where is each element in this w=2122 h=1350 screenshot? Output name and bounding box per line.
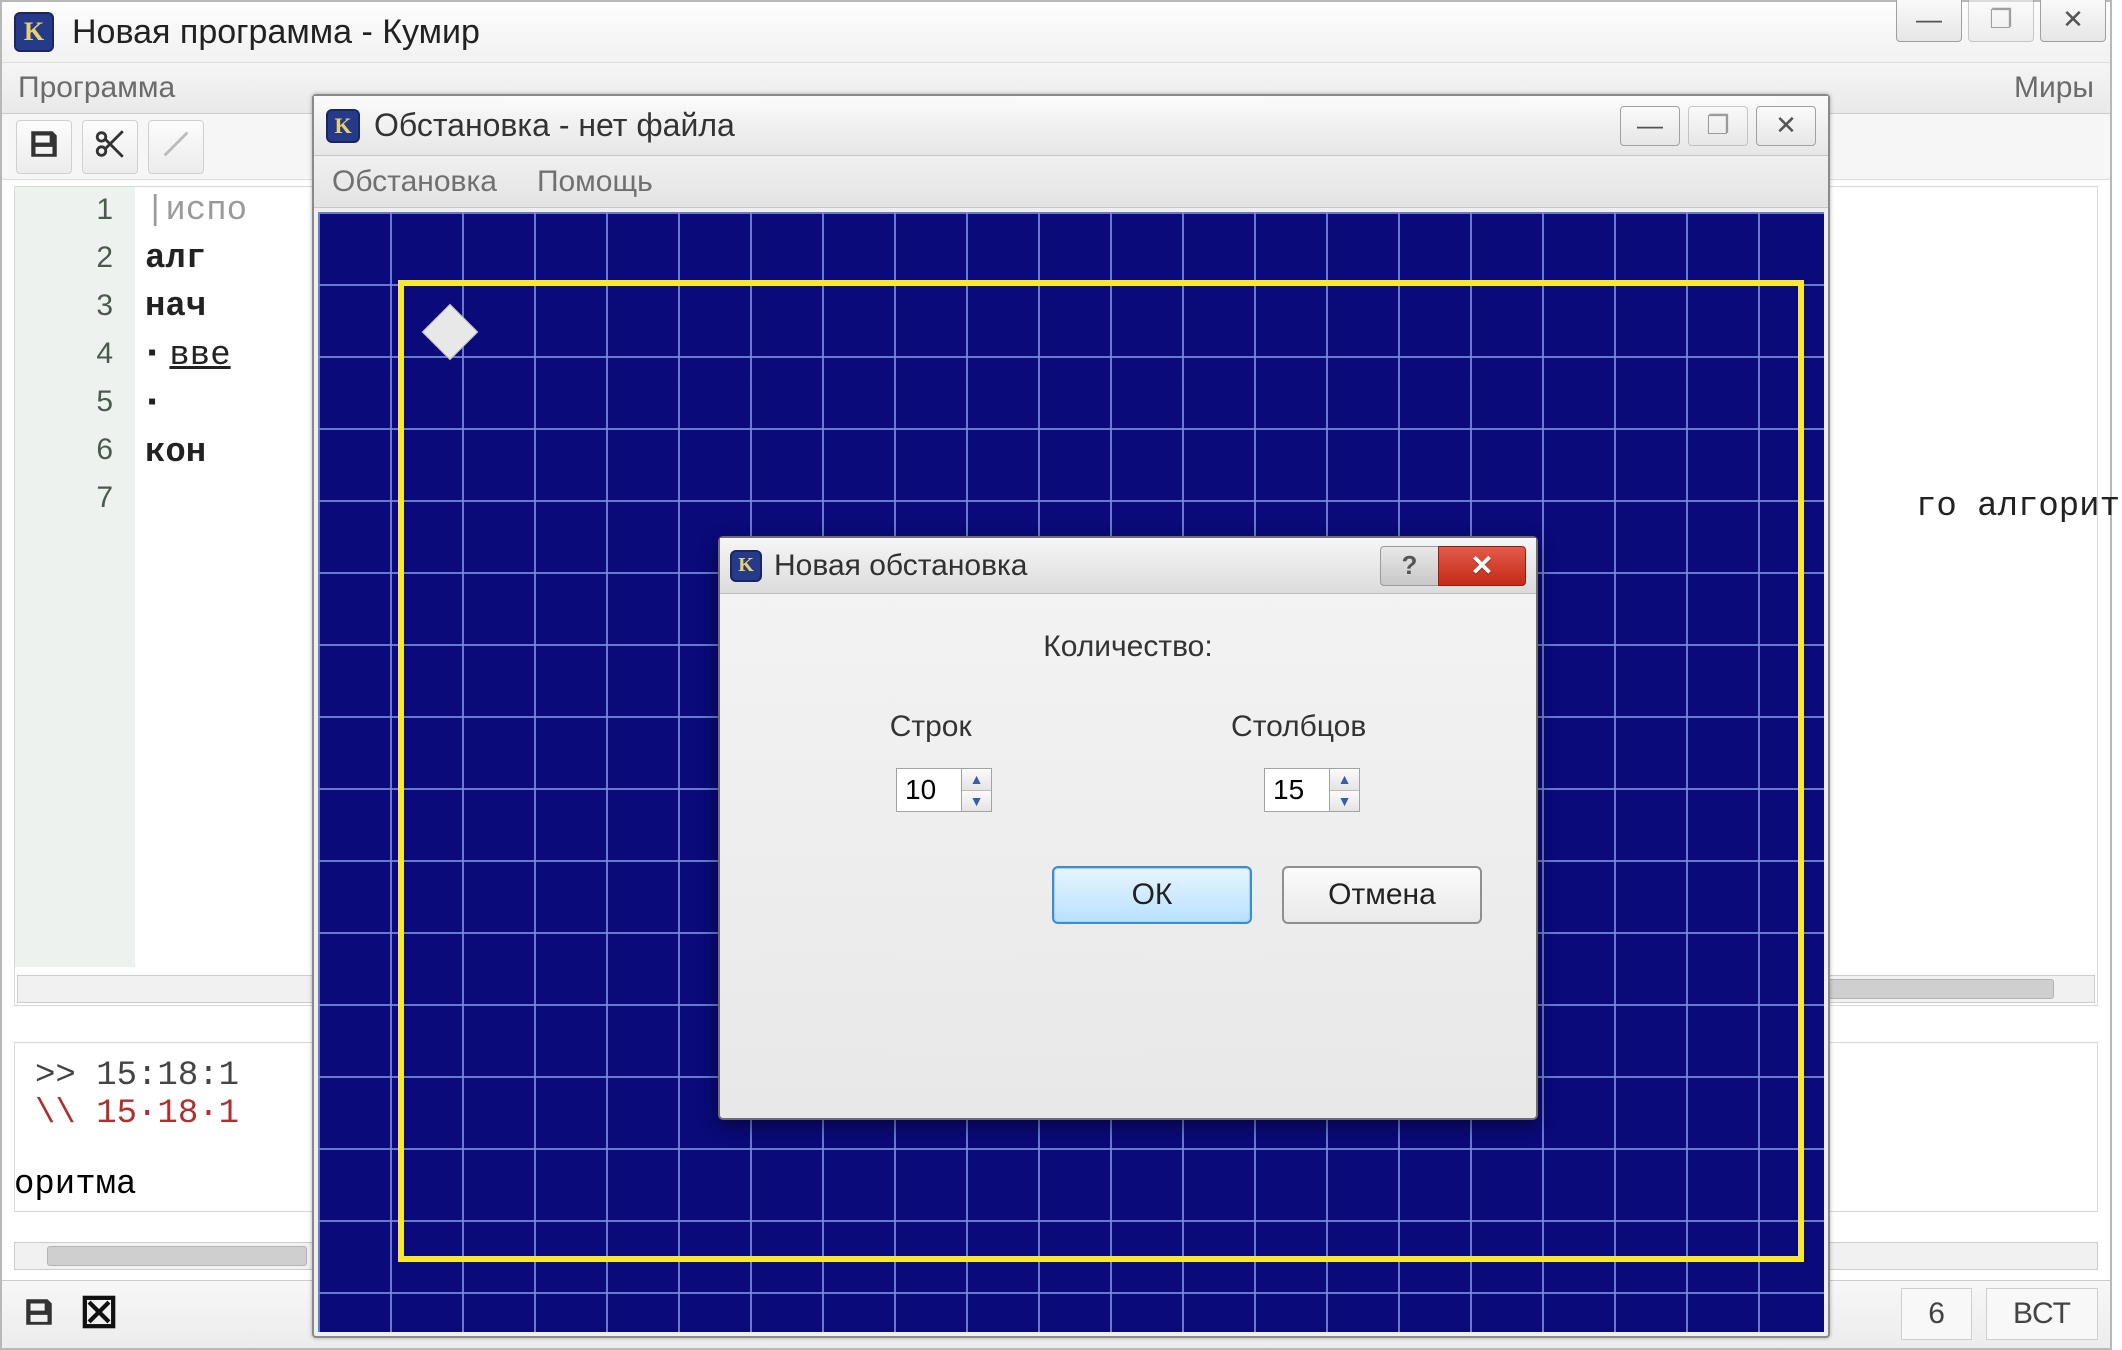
cancel-button[interactable]: Отмена [1282, 866, 1482, 924]
editor-overflow-text: го алгорит [1916, 488, 2120, 526]
cols-spinner[interactable]: ▲▼ [1264, 768, 1360, 812]
env-titlebar[interactable]: K Обстановка - нет файла — ❐ ✕ [314, 96, 1828, 156]
code-lines: |испо алг нач ▪вве ▪ кон [145, 187, 247, 525]
minimize-button[interactable]: — [1896, 0, 1962, 42]
line-gutter: 1 2 3 4 5 6 7 [15, 187, 135, 967]
main-title: Новая программа - Кумир [72, 13, 2098, 52]
env-menu-environment[interactable]: Обстановка [332, 165, 497, 199]
new-environment-dialog: K Новая обстановка ? ✕ Количество: Строк… [718, 536, 1538, 1120]
code-line-2: алг [145, 235, 247, 283]
dialog-body: Количество: Строк Столбцов ▲▼ ▲▼ ОК Отме… [720, 594, 1536, 1118]
main-titlebar[interactable]: K Новая программа - Кумир — ❐ ✕ [2, 2, 2110, 62]
blank-icon [159, 127, 193, 166]
chevron-up-icon[interactable]: ▲ [962, 769, 991, 791]
menu-worlds[interactable]: Миры [2014, 71, 2094, 105]
env-title: Обстановка - нет файла [374, 107, 1620, 144]
save-icon [27, 127, 61, 166]
status-mode: ВСТ [1986, 1288, 2098, 1340]
maximize-button[interactable]: ❐ [1968, 0, 2034, 42]
cut-button[interactable] [82, 120, 138, 174]
dialog-help-button[interactable]: ? [1380, 546, 1438, 586]
scissors-icon [93, 127, 127, 166]
code-line-5: ▪ [145, 380, 247, 429]
app-icon: K [14, 12, 54, 52]
dialog-titlebar[interactable]: K Новая обстановка ? ✕ [720, 538, 1536, 594]
dialog-title: Новая обстановка [774, 549, 1380, 583]
code-line-1: |испо [145, 187, 247, 235]
status-save-icon[interactable] [22, 1295, 56, 1334]
chevron-down-icon[interactable]: ▼ [962, 791, 991, 812]
env-close-button[interactable]: ✕ [1756, 106, 1816, 146]
rows-label: Строк [890, 710, 972, 744]
env-menubar: Обстановка Помощь [314, 156, 1828, 208]
env-app-icon: K [326, 109, 360, 143]
status-number: 6 [1901, 1288, 1972, 1340]
close-icon: ✕ [1470, 549, 1493, 582]
env-menu-help[interactable]: Помощь [537, 165, 653, 199]
cols-stepper[interactable]: ▲▼ [1330, 768, 1360, 812]
help-icon: ? [1402, 550, 1418, 581]
editor-hscroll-thumb[interactable] [1794, 979, 2054, 999]
chevron-up-icon[interactable]: ▲ [1330, 769, 1359, 791]
cols-input[interactable] [1264, 768, 1330, 812]
code-line-3: нач [145, 283, 247, 331]
code-line-7 [145, 477, 247, 525]
close-button[interactable]: ✕ [2040, 0, 2106, 42]
rows-spinner[interactable]: ▲▼ [896, 768, 992, 812]
ok-button[interactable]: ОК [1052, 866, 1252, 924]
env-maximize-button[interactable]: ❐ [1688, 106, 1748, 146]
code-line-6: кон [145, 429, 247, 477]
menu-program[interactable]: Программа [18, 71, 175, 105]
tool-3[interactable] [148, 120, 204, 174]
cols-label: Столбцов [1231, 710, 1366, 744]
env-minimize-button[interactable]: — [1620, 106, 1680, 146]
chevron-down-icon[interactable]: ▼ [1330, 791, 1359, 812]
console-hscroll-thumb[interactable] [47, 1246, 307, 1266]
code-line-4: ▪вве [145, 331, 247, 380]
rows-stepper[interactable]: ▲▼ [962, 768, 992, 812]
save-button[interactable] [16, 120, 72, 174]
rows-input[interactable] [896, 768, 962, 812]
dialog-app-icon: K [730, 550, 762, 582]
dialog-close-button[interactable]: ✕ [1438, 546, 1526, 586]
status-x-icon[interactable] [82, 1295, 116, 1334]
dialog-heading: Количество: [1043, 630, 1212, 664]
